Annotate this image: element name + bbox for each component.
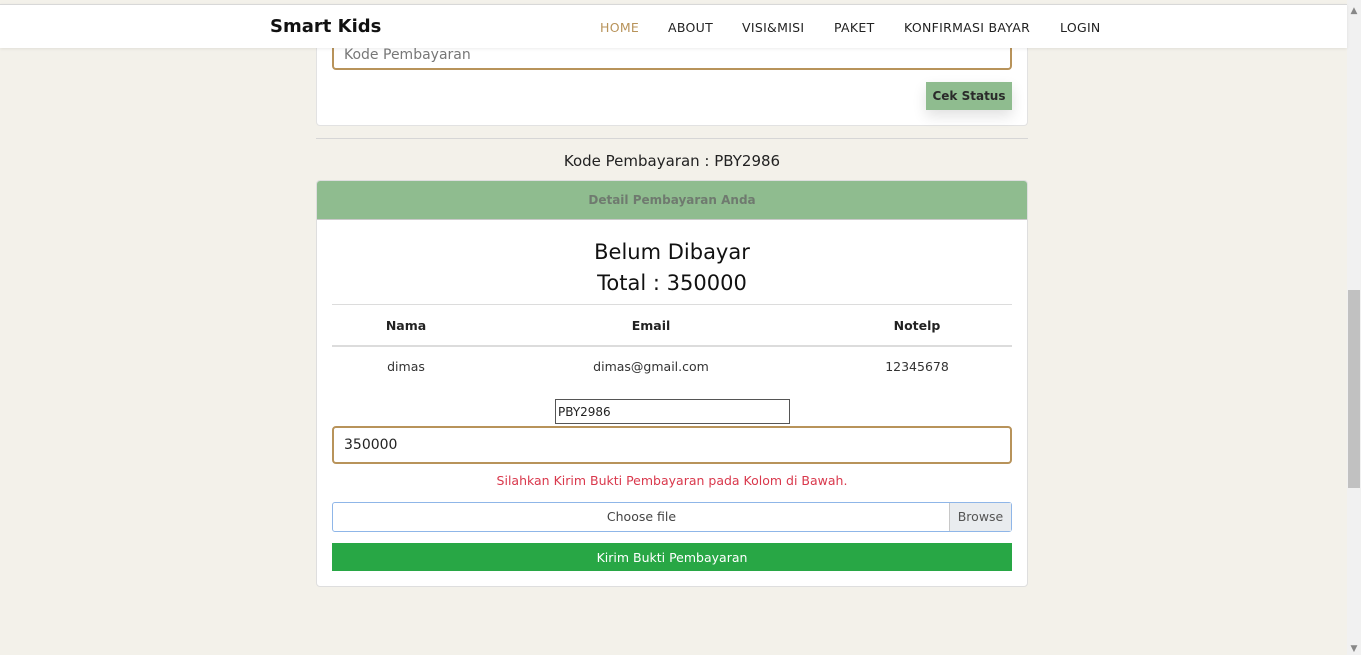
table-cell-email: dimas@gmail.com [593,359,709,374]
scroll-down-icon[interactable]: ▼ [1349,644,1359,654]
nav-paket[interactable]: PAKET [834,20,875,35]
section-divider [316,138,1028,139]
scroll-thumb[interactable] [1348,290,1360,488]
cek-status-button[interactable]: Cek Status [926,82,1012,110]
card-header: Detail Pembayaran Anda [317,181,1027,220]
nav-login[interactable]: LOGIN [1060,20,1101,35]
table-header-email: Email [631,318,671,333]
payment-total: Total : 350000 [597,271,747,295]
payment-status: Belum Dibayar [594,240,750,264]
table-header-divider [332,345,1012,347]
upload-instruction: Silahkan Kirim Bukti Pembayaran pada Kol… [496,473,848,488]
table-header-nama: Nama [385,318,427,333]
payment-code-heading: Kode Pembayaran : PBY2986 [563,152,781,170]
payment-code-field[interactable] [555,399,790,424]
file-upload-input[interactable]: Choose file Browse [332,502,1012,532]
nav-about[interactable]: ABOUT [668,20,713,35]
submit-proof-button[interactable]: Kirim Bukti Pembayaran [332,543,1012,571]
brand-logo[interactable]: Smart Kids [270,16,381,37]
nav-visi-misi[interactable]: VISI&MISI [742,20,804,35]
nav-home[interactable]: HOME [600,20,639,35]
scroll-up-icon[interactable]: ▲ [1349,6,1359,16]
table-header-notelp: Notelp [893,318,941,333]
nav-konfirmasi-bayar[interactable]: KONFIRMASI BAYAR [904,20,1030,35]
payment-detail-card: Detail Pembayaran Anda Belum Dibayar Tot… [316,180,1028,587]
file-label[interactable]: Choose file [333,503,950,531]
browse-button[interactable]: Browse [949,503,1011,531]
top-navbar: Smart Kids HOME ABOUT VISI&MISI PAKET KO… [0,4,1347,48]
amount-field[interactable] [332,426,1012,464]
page-scrollbar[interactable]: ▲ ▼ [1347,0,1361,655]
table-cell-notelp: 12345678 [885,359,949,374]
table-divider [332,304,1012,305]
table-cell-nama: dimas [387,359,425,374]
